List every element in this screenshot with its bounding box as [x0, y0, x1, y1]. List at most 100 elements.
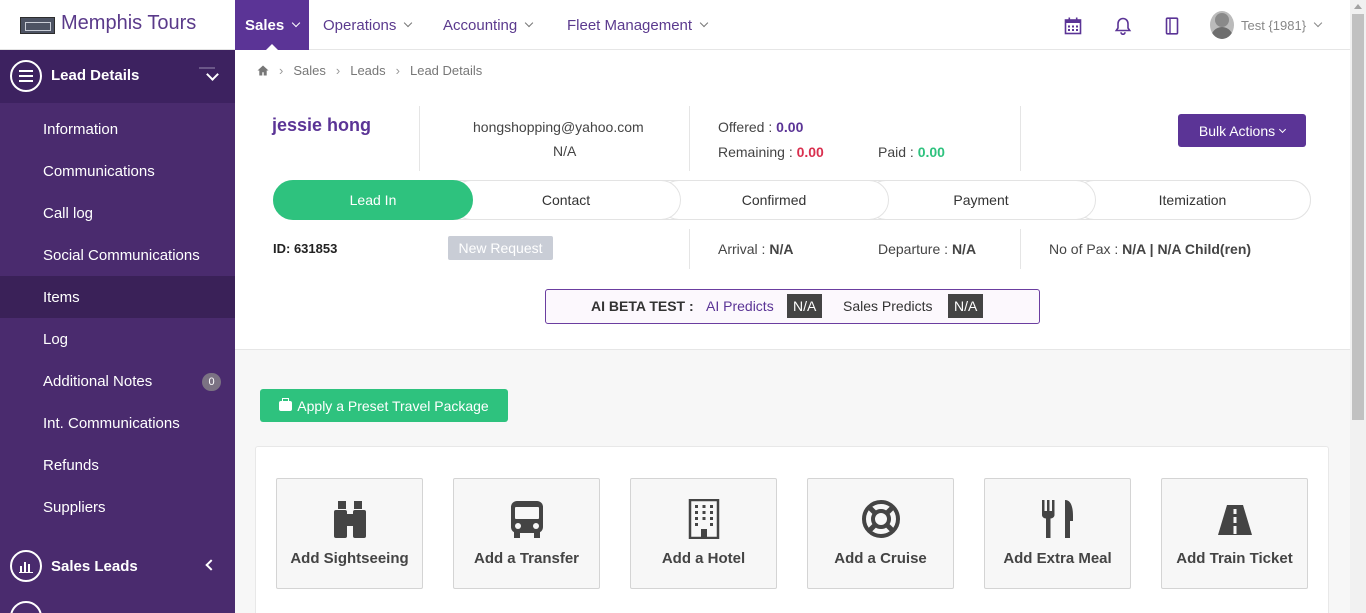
- sidebar-item-information[interactable]: Information: [0, 108, 235, 150]
- binoculars-icon: [334, 501, 366, 538]
- scrollbar-thumb[interactable]: [1352, 14, 1364, 420]
- add-hotel-card[interactable]: Add a Hotel: [630, 478, 777, 589]
- calendar-icon[interactable]: [1064, 17, 1082, 35]
- sidebar-item-label: Communications: [43, 162, 155, 180]
- add-extra-meal-card[interactable]: Add Extra Meal: [984, 478, 1131, 589]
- breadcrumb-sales[interactable]: Sales: [293, 63, 326, 78]
- breadcrumb-lead-details: Lead Details: [409, 63, 483, 78]
- sidebar-section-icon[interactable]: [10, 601, 42, 613]
- breadcrumb: › Sales › Leads › Lead Details: [257, 63, 482, 78]
- breadcrumb-separator: ›: [395, 63, 400, 78]
- sidebar-item-label: Call log: [43, 204, 94, 222]
- sidebar-item-additional-notes[interactable]: Additional Notes 0: [0, 360, 235, 402]
- lead-id: ID: 631853: [273, 241, 338, 256]
- sidebar-item-label: Suppliers: [43, 498, 106, 516]
- notebook-icon[interactable]: [1163, 17, 1181, 35]
- status-badge: New Request: [448, 236, 553, 260]
- scroll-up-icon[interactable]: [1354, 4, 1362, 9]
- chevron-down-icon[interactable]: [206, 68, 219, 81]
- step-itemization[interactable]: Itemization: [1074, 180, 1311, 220]
- sidebar-item-communications[interactable]: Communications: [0, 150, 235, 192]
- sidebar-item-label: Refunds: [43, 456, 99, 474]
- page-scrollbar[interactable]: [1350, 0, 1366, 613]
- paid-amount: Paid : 0.00: [878, 144, 945, 160]
- step-label: Itemization: [1158, 192, 1227, 208]
- chevron-down-icon: [1279, 125, 1287, 133]
- step-payment[interactable]: Payment: [866, 180, 1096, 220]
- add-transfer-card[interactable]: Add a Transfer: [453, 478, 600, 589]
- arrival-value: N/A: [769, 241, 794, 257]
- road-icon: [1218, 505, 1252, 535]
- add-cruise-card[interactable]: Add a Cruise: [807, 478, 954, 589]
- breadcrumb-separator: ›: [279, 63, 284, 78]
- card-label: Add a Hotel: [661, 550, 746, 567]
- sidebar-item-label: Social Communications: [43, 246, 200, 264]
- home-icon[interactable]: [257, 65, 269, 76]
- add-items-panel: Add Sightseeing Add a Transfer Add a Hot…: [255, 446, 1329, 613]
- sidebar-section-title: Sales Leads: [51, 558, 138, 575]
- nav-fleet-management[interactable]: Fleet Management: [567, 0, 709, 50]
- bell-icon[interactable]: [1114, 17, 1132, 35]
- step-label: Lead In: [349, 192, 397, 208]
- divider: [689, 106, 690, 171]
- step-label: Contact: [541, 192, 591, 208]
- sidebar-item-suppliers[interactable]: Suppliers: [0, 486, 235, 528]
- chevron-down-icon: [699, 18, 709, 27]
- divider: [1020, 229, 1021, 269]
- chevron-down-icon: [524, 18, 534, 27]
- bulk-actions-button[interactable]: Bulk Actions: [1178, 114, 1306, 147]
- offered-value: 0.00: [776, 119, 804, 135]
- sales-predicts-value: N/A: [948, 294, 984, 318]
- brand-name: Memphis Tours: [61, 12, 197, 34]
- paid-label: Paid :: [878, 144, 914, 160]
- step-lead-in[interactable]: Lead In: [273, 180, 473, 220]
- sidebar-item-items[interactable]: Items: [0, 276, 235, 318]
- avatar: [1210, 11, 1234, 39]
- nav-accounting[interactable]: Accounting: [443, 0, 534, 50]
- departure-value: N/A: [951, 241, 977, 257]
- count-badge: 0: [202, 373, 221, 391]
- sidebar-item-social-communications[interactable]: Social Communications: [0, 234, 235, 276]
- lead-email: hongshopping@yahoo.com: [473, 119, 644, 135]
- remaining-label: Remaining :: [718, 144, 793, 160]
- step-contact[interactable]: Contact: [451, 180, 681, 220]
- user-menu[interactable]: Test {1981}: [1210, 10, 1323, 40]
- step-confirmed[interactable]: Confirmed: [659, 180, 889, 220]
- sidebar-item-refunds[interactable]: Refunds: [0, 444, 235, 486]
- sidebar-item-log[interactable]: Log: [0, 318, 235, 360]
- card-label: Add Train Ticket: [1176, 550, 1293, 567]
- main-content: › Sales › Leads › Lead Details jessie ho…: [235, 51, 1350, 613]
- sidebar-section-sales-leads[interactable]: Sales Leads: [0, 546, 235, 586]
- nav-sales[interactable]: Sales: [235, 0, 310, 50]
- sidebar: Memphis Tours Lead Details Information C…: [0, 0, 235, 613]
- offered-label: Offered :: [718, 119, 773, 135]
- sidebar-item-int-communications[interactable]: Int. Communications: [0, 402, 235, 444]
- life-ring-icon: [862, 500, 900, 538]
- nav-operations[interactable]: Operations: [323, 0, 413, 50]
- departure-info: Departure : N/A: [878, 241, 976, 257]
- sales-predicts-label: Sales Predicts: [843, 298, 933, 314]
- top-navbar: Sales Operations Accounting Fleet Manage…: [235, 0, 1350, 50]
- add-sightseeing-card[interactable]: Add Sightseeing: [276, 478, 423, 589]
- card-label: Add Sightseeing: [290, 550, 409, 567]
- paid-value: 0.00: [917, 144, 945, 160]
- add-train-ticket-card[interactable]: Add Train Ticket: [1161, 478, 1308, 589]
- sidebar-section-title: Lead Details: [51, 67, 140, 84]
- sidebar-item-label: Log: [43, 330, 69, 348]
- lead-progress-steps: Itemization Payment Confirmed Contact Le…: [273, 180, 1311, 220]
- brand[interactable]: Memphis Tours: [0, 0, 235, 50]
- sidebar-section-lead-details[interactable]: Lead Details: [0, 50, 235, 103]
- nav-label: Accounting: [443, 16, 518, 34]
- nav-label: Fleet Management: [567, 16, 693, 34]
- remaining-value: 0.00: [796, 144, 824, 160]
- ai-beta-test-box: AI BETA TEST : AI Predicts N/A Sales Pre…: [545, 289, 1040, 324]
- divider: [1020, 106, 1021, 171]
- sidebar-item-call-log[interactable]: Call log: [0, 192, 235, 234]
- breadcrumb-leads[interactable]: Leads: [350, 63, 385, 78]
- nav-label: Operations: [323, 16, 397, 34]
- lead-name: jessie hong: [272, 115, 372, 135]
- departure-label: Departure :: [878, 241, 949, 257]
- apply-preset-package-button[interactable]: Apply a Preset Travel Package: [260, 389, 508, 422]
- sidebar-item-label: Additional Notes: [43, 372, 153, 390]
- pax-label: No of Pax :: [1049, 241, 1119, 257]
